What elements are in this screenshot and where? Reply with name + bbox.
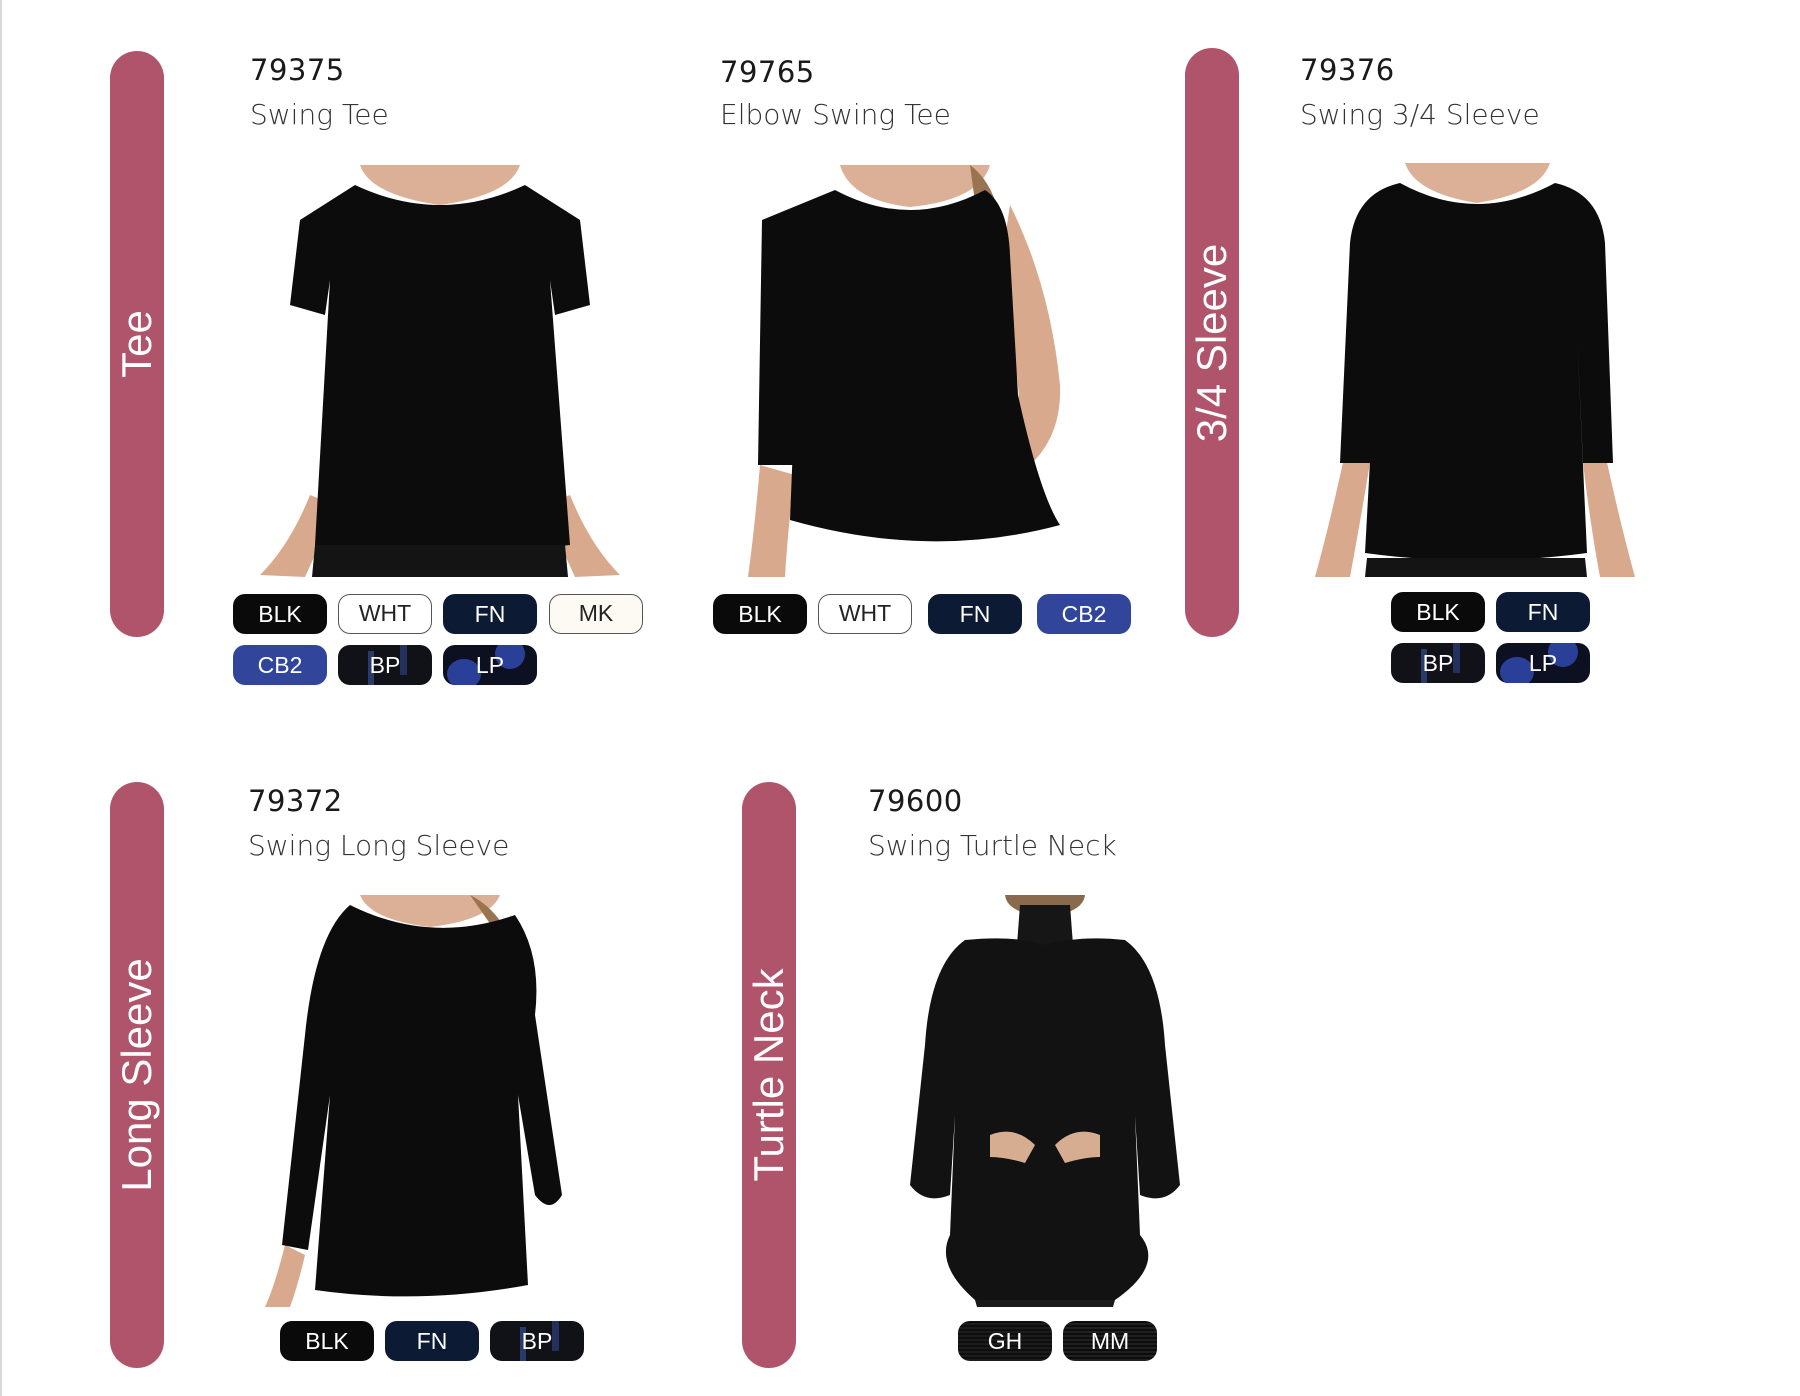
product-photo (1315, 163, 1640, 577)
color-swatch-bp[interactable]: BP (490, 1321, 584, 1361)
product-code: 79376 (1300, 53, 1395, 87)
color-swatch-mm[interactable]: MM (1063, 1321, 1157, 1361)
color-swatch-bp[interactable]: BP (338, 645, 432, 685)
color-swatch-wht[interactable]: WHT (818, 594, 912, 634)
color-swatch-cb2[interactable]: CB2 (1037, 594, 1131, 634)
product-photo (895, 895, 1195, 1307)
product-code: 79372 (248, 784, 343, 818)
color-swatch-fn[interactable]: FN (443, 594, 537, 634)
color-swatch-fn[interactable]: FN (385, 1321, 479, 1361)
section-label: Tee (113, 310, 160, 378)
page-edge (0, 0, 2, 1396)
color-swatch-bp[interactable]: BP (1391, 643, 1485, 683)
color-swatch-blk[interactable]: BLK (713, 594, 807, 634)
section-label: Turtle Neck (745, 968, 792, 1182)
color-swatch-blk[interactable]: BLK (280, 1321, 374, 1361)
product-code: 79375 (250, 53, 345, 87)
section-label: 3/4 Sleeve (1188, 243, 1235, 442)
section-tab-three-quarter-sleeve: 3/4 Sleeve (1185, 48, 1239, 637)
product-photo (250, 165, 630, 577)
color-swatch-gh[interactable]: GH (958, 1321, 1052, 1361)
section-tab-turtle-neck: Turtle Neck (742, 782, 796, 1368)
product-photo (260, 895, 590, 1307)
product-name: Swing 3/4 Sleeve (1300, 98, 1540, 131)
section-label: Long Sleeve (113, 958, 160, 1192)
color-swatch-lp[interactable]: LP (443, 645, 537, 685)
product-name: Elbow Swing Tee (720, 98, 951, 131)
color-swatch-cb2[interactable]: CB2 (233, 645, 327, 685)
color-swatch-lp[interactable]: LP (1496, 643, 1590, 683)
color-swatch-fn[interactable]: FN (928, 594, 1022, 634)
color-swatch-blk[interactable]: BLK (233, 594, 327, 634)
product-code: 79765 (720, 55, 815, 89)
section-tab-tee: Tee (110, 51, 164, 637)
color-swatch-blk[interactable]: BLK (1391, 592, 1485, 632)
product-name: Swing Tee (250, 98, 389, 131)
product-name: Swing Turtle Neck (868, 829, 1117, 862)
product-name: Swing Long Sleeve (248, 829, 510, 862)
color-swatch-fn[interactable]: FN (1496, 592, 1590, 632)
product-code: 79600 (868, 784, 963, 818)
color-swatch-wht[interactable]: WHT (338, 594, 432, 634)
section-tab-long-sleeve: Long Sleeve (110, 782, 164, 1368)
color-swatch-mk[interactable]: MK (549, 594, 643, 634)
product-photo (740, 165, 1080, 577)
